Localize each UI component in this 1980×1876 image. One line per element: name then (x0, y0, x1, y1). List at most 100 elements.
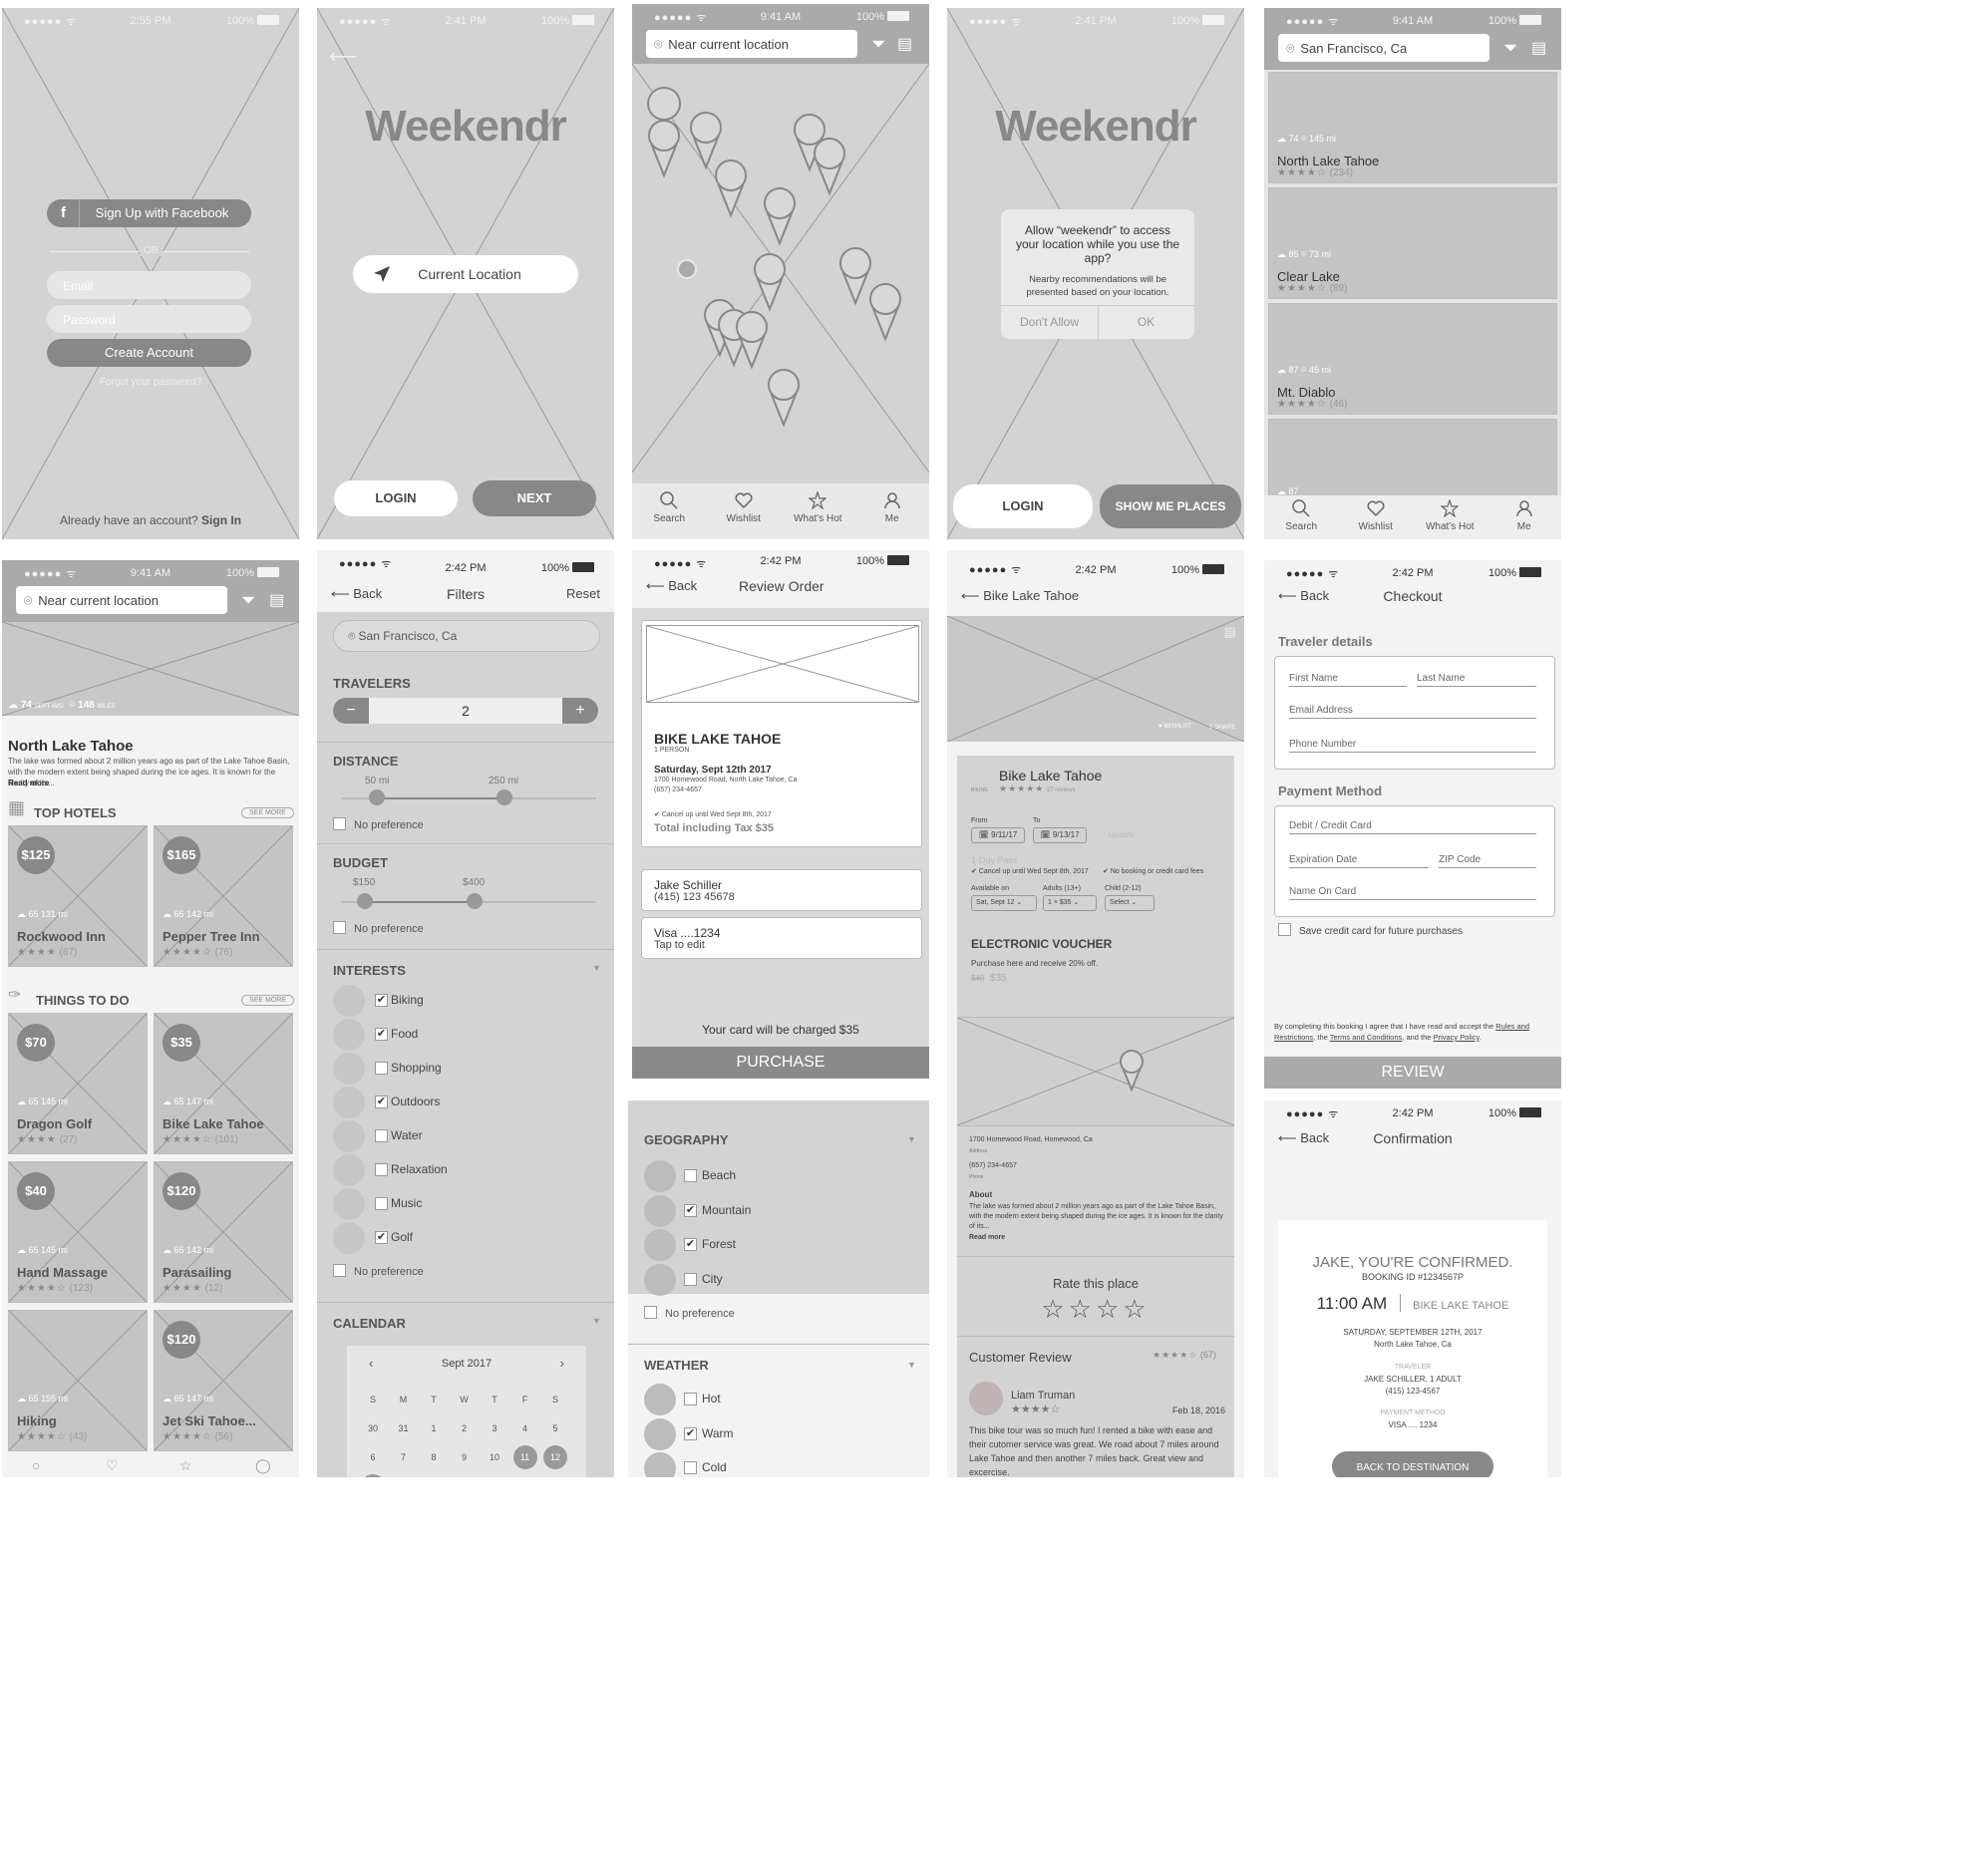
interest-checkbox[interactable] (375, 1197, 388, 1210)
calendar-day[interactable]: 15 (422, 1474, 446, 1477)
facebook-signup-button[interactable]: f Sign Up with Facebook (47, 199, 251, 227)
weather-checkbox[interactable] (684, 1393, 697, 1406)
activity-card[interactable]: $120 ☁ 65 147 mi Jet Ski Tahoe... ★★★★☆ … (154, 1310, 293, 1451)
map-pin-icon[interactable] (690, 112, 722, 170)
chevron-down-icon[interactable]: ▼ (592, 1316, 601, 1326)
zip-field[interactable]: ZIP Code (1439, 854, 1536, 868)
wishlist-button[interactable]: ♥ WISHLIST (1158, 724, 1192, 730)
card-number-field[interactable]: Debit / Credit Card (1289, 820, 1536, 834)
see-more-button[interactable]: SEE MORE (241, 995, 294, 1006)
tab-whats-hot[interactable]: What's Hot (781, 491, 855, 524)
filter-icon[interactable]: ⏷ (1503, 38, 1517, 59)
map-pin-icon[interactable] (764, 187, 796, 246)
available-select[interactable]: Sat, Sept 12 ⌄ (971, 895, 1037, 911)
map-pin-icon[interactable] (814, 138, 845, 196)
calendar-day[interactable]: 16 (453, 1474, 477, 1477)
show-me-places-button[interactable]: SHOW ME PLACES (1100, 484, 1241, 528)
calendar-day[interactable]: 30 (361, 1416, 385, 1440)
signin-link[interactable]: Sign In (201, 513, 241, 527)
dont-allow-button[interactable]: Don't Allow (1001, 315, 1098, 329)
filter-icon[interactable]: ⏷ (871, 34, 885, 55)
geography-item[interactable]: Beach (644, 1160, 903, 1192)
interest-item[interactable]: Music (333, 1188, 592, 1220)
to-date-field[interactable]: 🗓 9/13/17 (1033, 827, 1087, 843)
list-item[interactable]: ☁ 87 ⌾ 45 mi Mt. Diablo ★★★★☆ (46) (1268, 303, 1557, 415)
hotel-card[interactable]: $125 ☁ 65 131 mi Rockwood Inn ★★★★ (67) (8, 825, 148, 967)
interest-checkbox[interactable] (375, 1129, 388, 1142)
interests-no-preference[interactable]: No preference (333, 1264, 424, 1278)
calendar-day[interactable]: 9 (453, 1445, 477, 1469)
calendar-day[interactable]: 6 (361, 1445, 385, 1469)
calendar-day[interactable]: 4 (513, 1416, 537, 1440)
budget-slider[interactable] (341, 893, 596, 909)
traveler-box[interactable]: Jake Schiller (415) 123 45678 (641, 869, 922, 911)
decrement-button[interactable]: − (333, 698, 369, 724)
weather-checkbox[interactable]: ✔ (684, 1426, 697, 1440)
weather-checkbox[interactable] (684, 1461, 697, 1474)
list-item[interactable]: ☁ 87 (1268, 419, 1557, 500)
distance-slider[interactable] (341, 789, 596, 805)
adults-select[interactable]: 1 × $35 ⌄ (1043, 895, 1097, 911)
slider-handle[interactable] (357, 893, 373, 909)
last-name-field[interactable]: Last Name (1417, 673, 1536, 687)
tab-search[interactable]: Search (632, 491, 707, 524)
email-field[interactable]: Email (47, 271, 251, 299)
reset-button[interactable]: Reset (566, 586, 600, 601)
tab-whats-hot[interactable]: What's Hot (1413, 499, 1487, 532)
geography-item[interactable]: ✔ Forest (644, 1229, 903, 1261)
activity-card[interactable]: ☁ 65 155 mi Hiking ★★★★☆ (43) (8, 1310, 148, 1451)
back-button[interactable]: ⟵ Back (646, 578, 697, 594)
tab-wishlist[interactable]: Wishlist (707, 491, 782, 524)
hotel-card[interactable]: $165 ☁ 65 142 mi Pepper Tree Inn ★★★★☆ (… (154, 825, 293, 967)
interest-item[interactable]: Shopping (333, 1053, 592, 1085)
search-icon[interactable]: ○ (32, 1457, 40, 1473)
geography-checkbox[interactable] (684, 1169, 697, 1182)
expiration-field[interactable]: Expiration Date (1289, 854, 1429, 868)
chevron-down-icon[interactable]: ▼ (907, 1360, 916, 1370)
activity-card[interactable]: $120 ☁ 65 142 mi Parasailing ★★★★ (12) (154, 1161, 293, 1303)
activity-card[interactable]: $70 ☁ 65 145 mi Dragon Golf ★★★★ (27) (8, 1013, 148, 1154)
weather-item[interactable]: ✔ Warm (644, 1417, 903, 1450)
tab-me[interactable]: Me (855, 491, 930, 524)
slider-handle[interactable] (496, 789, 512, 805)
calendar-day[interactable]: 19 (543, 1474, 567, 1477)
calendar-day[interactable]: 10 (483, 1445, 506, 1469)
map-pin-icon[interactable] (1117, 1048, 1147, 1092)
back-button[interactable]: ⟵ Bike Lake Tahoe (961, 588, 1079, 604)
search-input[interactable]: ⌾ Near current location (646, 30, 857, 58)
slider-handle[interactable] (369, 789, 385, 805)
geography-checkbox[interactable] (684, 1272, 697, 1286)
back-to-destination-button[interactable]: BACK TO DESTINATION (1332, 1451, 1493, 1477)
star-icon[interactable]: ☆ (179, 1457, 192, 1474)
purchase-button[interactable]: PURCHASE (632, 1047, 929, 1079)
terms-link[interactable]: Terms and Conditions (1330, 1033, 1403, 1042)
interest-item[interactable]: ✔ Biking (333, 985, 592, 1017)
increment-button[interactable]: + (562, 698, 598, 724)
calendar-day[interactable]: 13 (361, 1474, 385, 1477)
tab-me[interactable]: Me (1487, 499, 1562, 532)
calendar-day[interactable]: 2 (453, 1416, 477, 1440)
current-location-button[interactable]: Current Location (353, 255, 578, 293)
read-more-link[interactable]: Read more (8, 779, 49, 787)
privacy-link[interactable]: Privacy Policy (1434, 1033, 1480, 1042)
map-pin-icon[interactable] (754, 253, 786, 312)
calendar-day[interactable]: 3 (483, 1416, 506, 1440)
rating-stars[interactable]: ☆☆☆☆ (947, 1294, 1244, 1325)
tab-wishlist[interactable]: Wishlist (1339, 499, 1414, 532)
calendar-day[interactable]: 5 (543, 1416, 567, 1440)
interest-checkbox[interactable]: ✔ (375, 1028, 388, 1041)
distance-no-preference[interactable]: No preference (333, 817, 424, 831)
first-name-field[interactable]: First Name (1289, 673, 1407, 687)
read-more-link[interactable]: Read more (969, 1234, 1005, 1241)
calendar-day[interactable]: 31 (392, 1416, 416, 1440)
interest-checkbox[interactable] (375, 1062, 388, 1075)
map-pin-icon[interactable] (869, 283, 901, 342)
list-item[interactable]: ☁ 85 ⌾ 73 mi Clear Lake ★★★★☆ (89) (1268, 187, 1557, 299)
interest-checkbox[interactable]: ✔ (375, 1231, 388, 1244)
create-account-button[interactable]: Create Account (47, 339, 251, 367)
map-view-icon[interactable]: ▤ (1531, 38, 1546, 58)
login-button[interactable]: LOGIN (953, 484, 1093, 528)
email-field[interactable]: Email Address (1289, 705, 1536, 719)
map-pin-icon[interactable] (768, 369, 800, 428)
slider-handle[interactable] (467, 893, 483, 909)
